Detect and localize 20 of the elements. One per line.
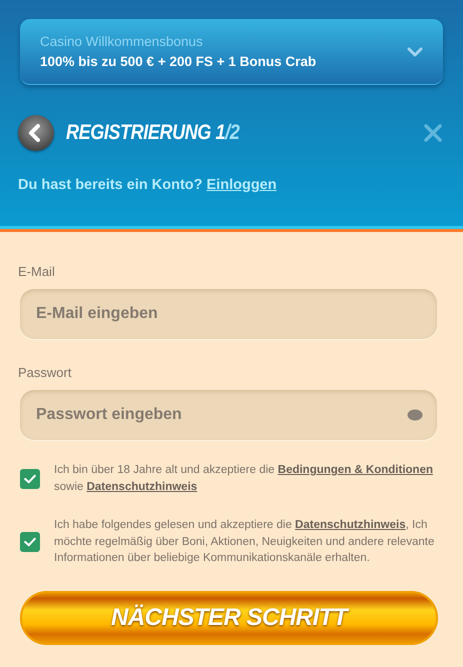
back-button[interactable] [18,115,54,151]
login-link[interactable]: Einloggen [206,177,277,193]
bonus-card[interactable]: Casino Willkommensbonus 100% bis zu 500 € + 200 FS + 1 Bonus Crab [20,19,443,85]
chevron-left-icon[interactable] [28,124,41,142]
chevron-down-icon[interactable] [407,46,423,56]
consent-text: Ich habe folgendes gelesen und akzeptiere die Datenschutzhinweis, Ich möchte regelmäßig über Boni, Aktionen, Neuigkeiten und andere relevante Informationen über beliebige Kommunikationskanäle erhalten. [54,518,436,566]
terms-link[interactable]: Datenschutzhinweis [295,519,406,531]
login-prompt: Du hast bereits ein Konto? [18,177,204,193]
field-label: Passwort [18,365,72,380]
terms-link[interactable]: Datenschutzhinweis [86,480,198,492]
bonus-offer: 100% bis zu 500 € + 200 FS + 1 Bonus Crab [40,54,316,69]
terms-link[interactable]: Bedingungen & Konditionen [278,464,433,476]
step-count: /2 [225,121,240,144]
field-label: E-Mail [18,264,56,279]
password-field[interactable]: Passwort eingeben [20,390,437,440]
consent-text: Ich bin über 18 Jahre alt und akzeptiere die Bedingungen & Konditionen sowie Datenschutzhinweis [54,463,434,494]
eye-icon[interactable] [407,409,423,421]
page-title: REGISTRIERUNG 1 [66,121,226,144]
email-field[interactable]: E-Mail eingeben [20,289,437,339]
bonus-title: Casino Willkommensbonus [40,34,204,49]
